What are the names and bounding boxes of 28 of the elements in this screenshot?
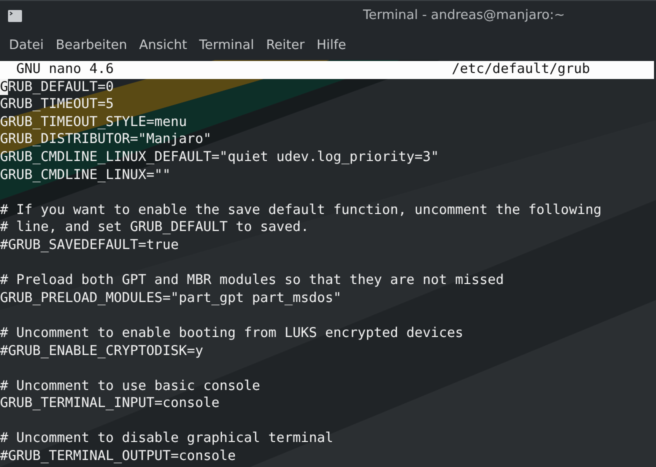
text-cursor: G (0, 78, 8, 95)
code-line: GRUB_CMDLINE_LINUX="" (0, 166, 171, 183)
file-path: /etc/default/grub (452, 61, 590, 79)
code-line: #GRUB_ENABLE_CRYPTODISK=y (0, 342, 204, 358)
menu-item[interactable]: Bearbeiten (50, 38, 134, 52)
code-line: # Uncomment to disable graphical terminal (0, 430, 334, 446)
window-title: Terminal - andreas@manjaro:~ (363, 8, 565, 23)
code-line: GRUB_DEFAULT=0 (0, 78, 115, 96)
code-line: # If you want to enable the save default function, uncomment the following (0, 202, 602, 218)
code-line: GRUB_TERMINAL_INPUT=console (0, 395, 220, 412)
nano-version: GNU nano 4.6 (15, 61, 114, 79)
menu-item[interactable]: Ansicht (134, 38, 194, 52)
code-line: GRUB_TIMEOUT=5 (0, 96, 114, 112)
code-line: # Uncomment to use basic console (0, 378, 260, 394)
menu-item[interactable]: Terminal (194, 38, 260, 52)
code-line: # line, and set GRUB_DEFAULT to saved. (0, 219, 309, 236)
code-line: #GRUB_TERMINAL_OUTPUT=console (0, 448, 236, 464)
code-line: GRUB_TIMEOUT_STYLE=menu (0, 114, 187, 130)
code-line: # Preload both GPT and MBR modules so that they are not missed (0, 272, 504, 288)
code-line: GRUB_DISTRIBUTOR="Manjaro" (0, 131, 212, 148)
menu-item[interactable]: Reiter (261, 38, 311, 52)
menu-item[interactable]: Datei (4, 38, 50, 52)
menu-item[interactable]: Hilfe (312, 38, 352, 52)
code-line: #GRUB_SAVEDEFAULT=true (0, 236, 179, 253)
terminal-icon (8, 10, 22, 22)
code-line: GRUB_PRELOAD_MODULES="part_gpt part_msdos" (0, 290, 342, 306)
code-line: GRUB_CMDLINE_LINUX_DEFAULT="quiet udev.log_priority=3" (0, 148, 439, 165)
code-line: # Uncomment to enable booting from LUKS encrypted devices (0, 324, 464, 341)
